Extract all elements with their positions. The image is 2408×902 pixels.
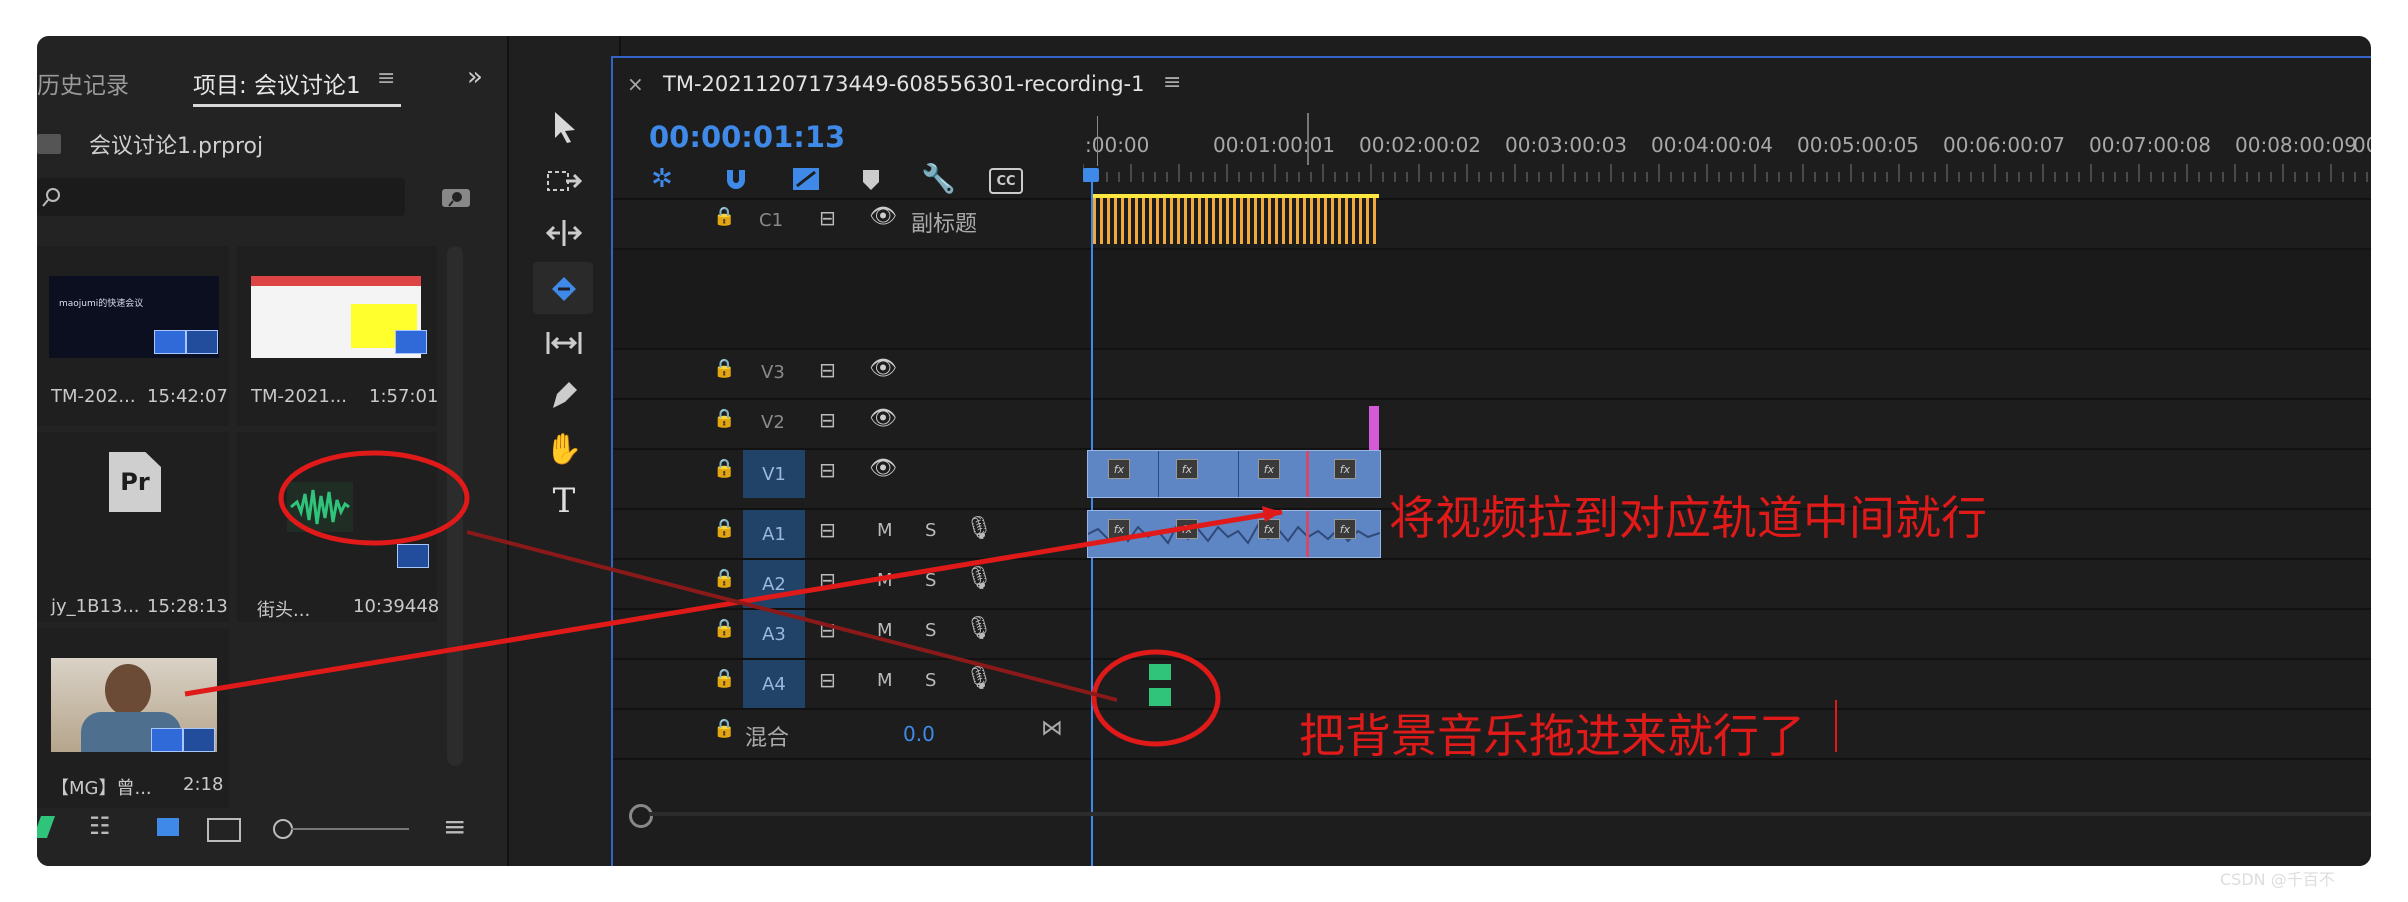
annotation-drag-video: 将视频拉到对应轨道中间就行 (1389, 491, 1987, 545)
annotation-drag-music: 把背景音乐拖进来就行了 (1299, 709, 1805, 763)
annotation-circle-audio-item (278, 450, 470, 546)
text-cursor (1835, 700, 1837, 752)
annotation-overlay (184, 450, 1283, 747)
premiere-window: 历史记录 项目: 会议讨论1 ≡ » 会议讨论1.prproj maojumi的… (37, 36, 2371, 866)
watermark: CSDN @千百不 (2220, 870, 2335, 889)
